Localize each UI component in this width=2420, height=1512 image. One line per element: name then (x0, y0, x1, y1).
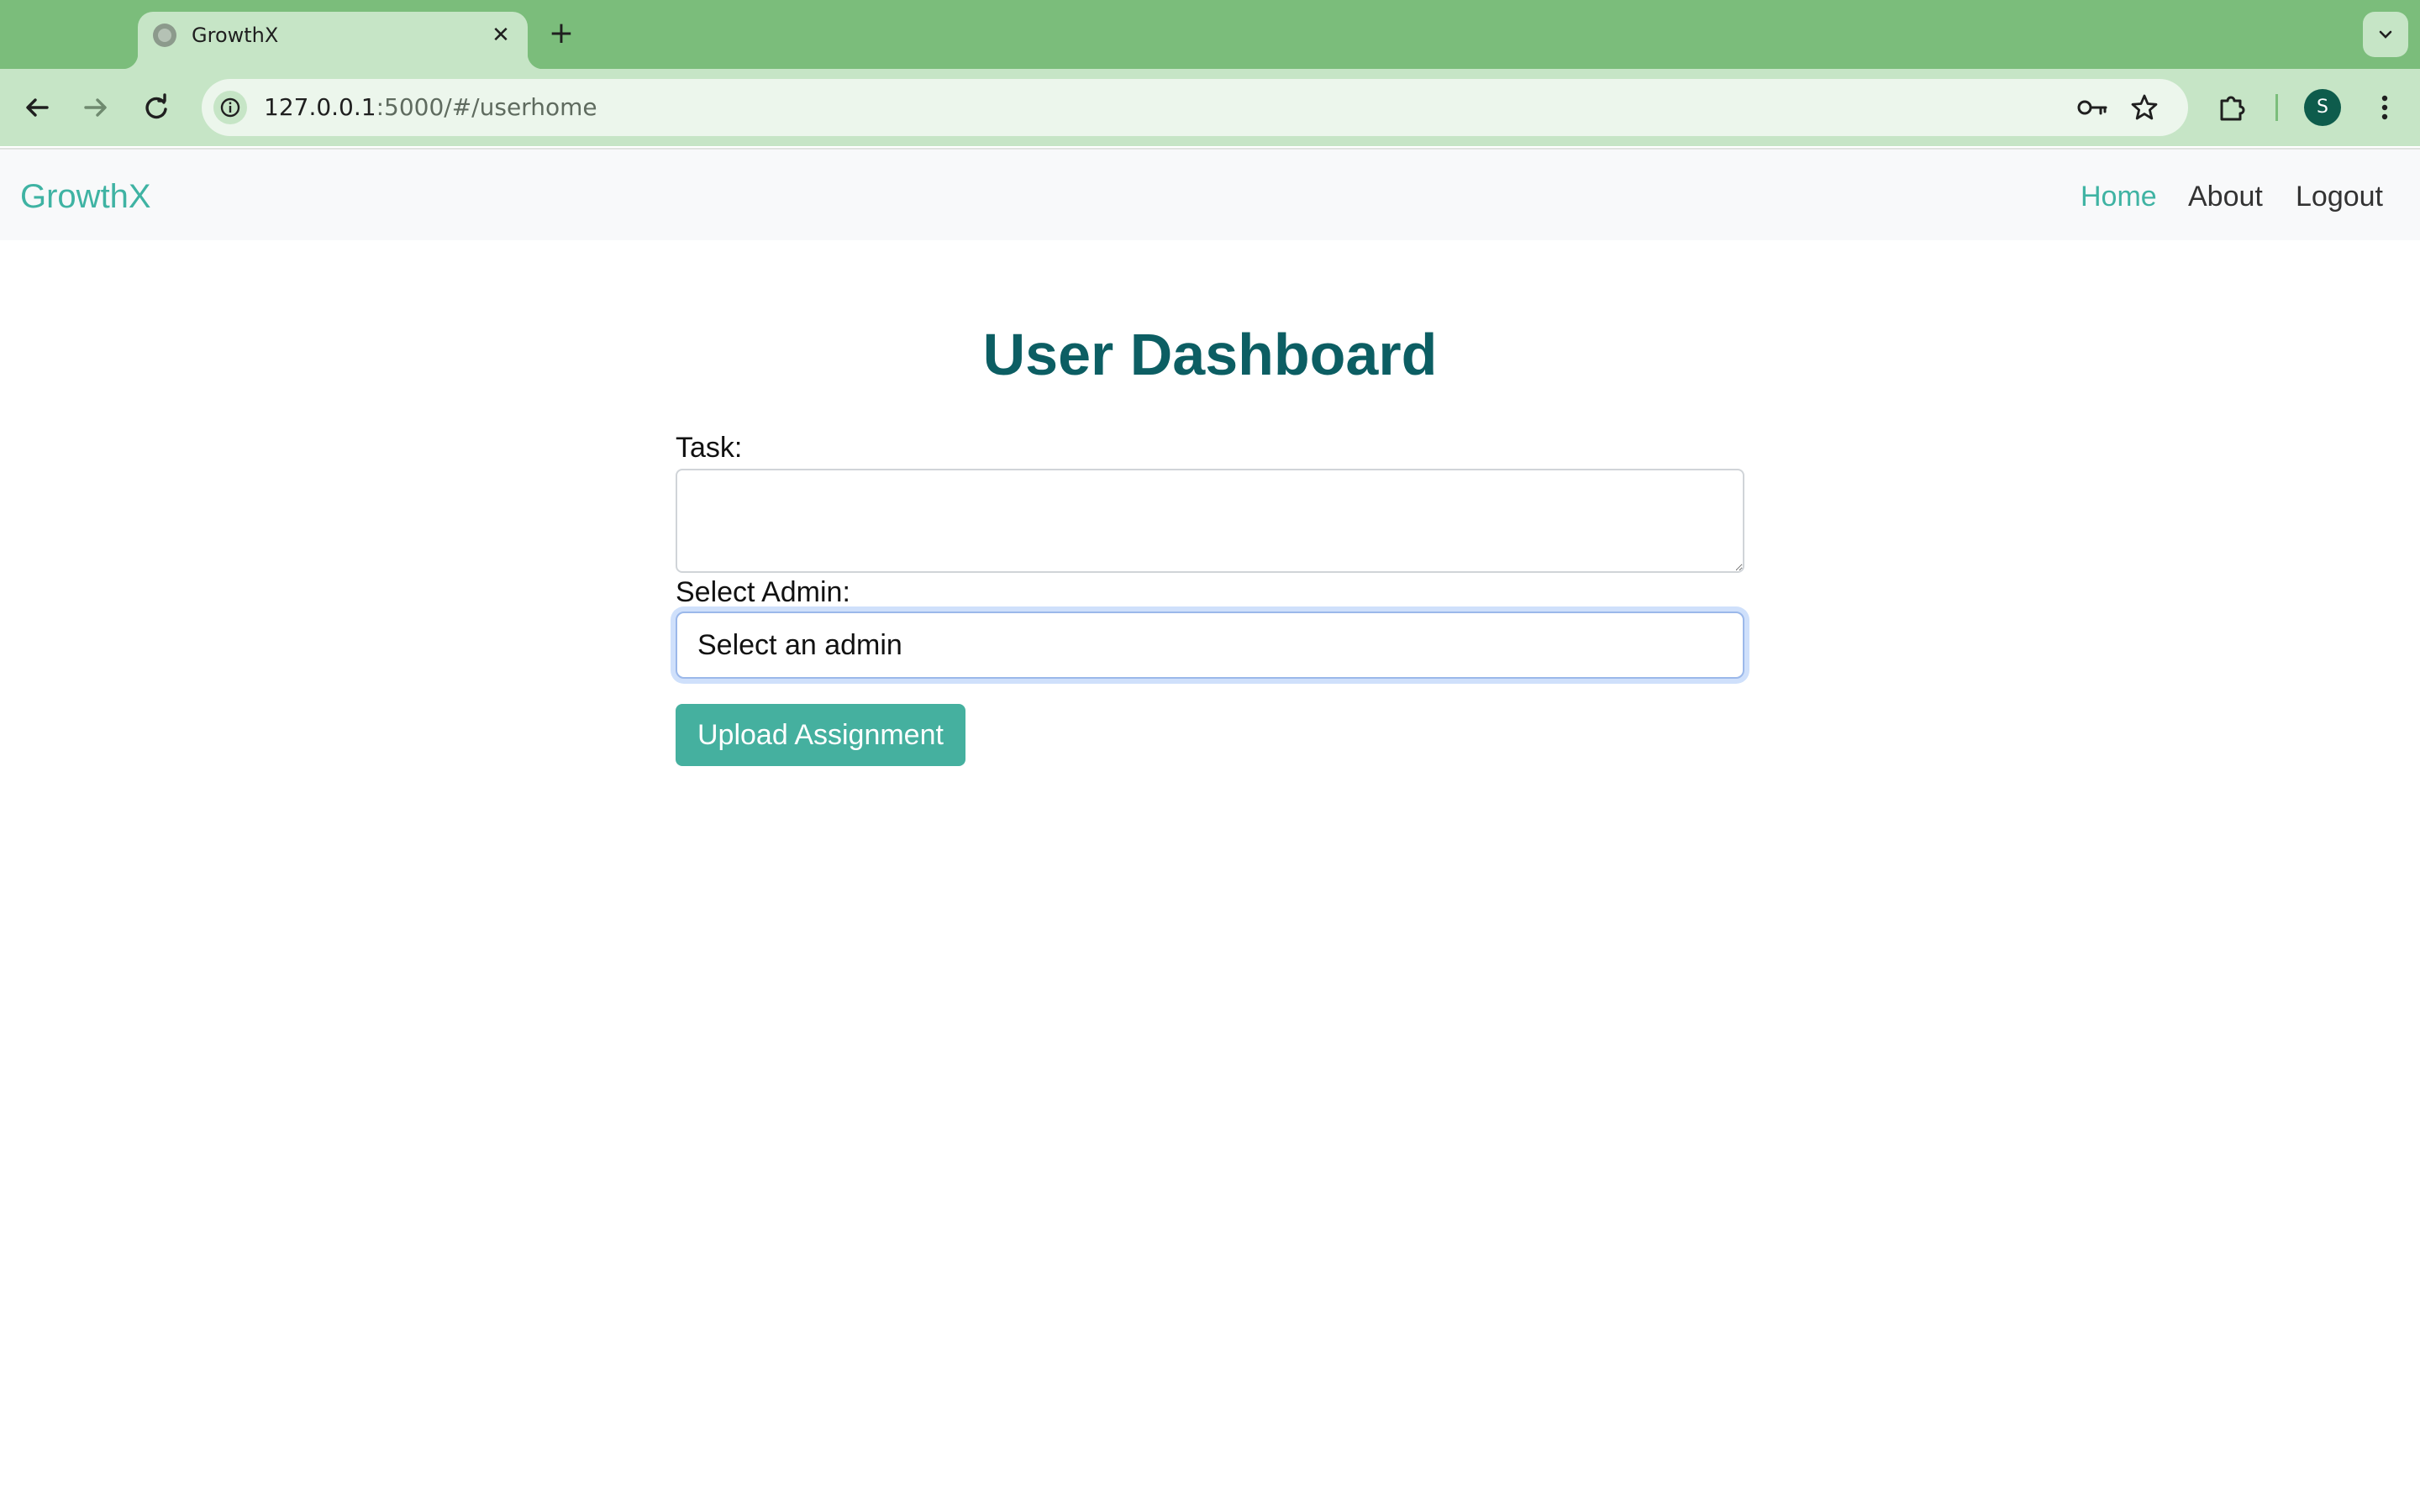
extensions-puzzle-icon[interactable] (2215, 91, 2249, 124)
forward-arrow-icon (84, 98, 107, 117)
bookmark-star-icon[interactable] (2129, 92, 2160, 123)
task-label: Task: (676, 432, 743, 464)
brand-logo-link[interactable]: GrowthX (20, 175, 151, 218)
browser-menu-icon[interactable] (2368, 91, 2402, 124)
app-navbar: GrowthX Home About Logout (0, 148, 2420, 240)
tab-search-button[interactable] (2363, 12, 2408, 57)
reload-icon (145, 93, 167, 119)
close-tab-icon[interactable]: ✕ (486, 20, 516, 50)
globe-icon (153, 24, 176, 47)
site-info-icon[interactable] (213, 91, 247, 124)
browser-tab[interactable]: GrowthX ✕ (123, 12, 543, 69)
admin-select[interactable]: Select an admin (676, 612, 1744, 679)
address-bar[interactable]: 127.0.0.1:5000/#/userhome (202, 79, 2188, 136)
profile-avatar[interactable]: S (2304, 89, 2341, 126)
reload-button[interactable] (138, 89, 175, 126)
nav-link-logout[interactable]: Logout (2296, 176, 2383, 217)
nav-link-about[interactable]: About (2188, 176, 2263, 217)
back-button[interactable] (18, 89, 55, 126)
forward-button[interactable] (77, 89, 114, 126)
task-textarea[interactable] (676, 469, 1744, 573)
url-host: 127.0.0.1 (264, 93, 376, 121)
chevron-down-icon (2379, 30, 2392, 39)
toolbar-divider (2275, 94, 2278, 121)
page-title: User Dashboard (982, 322, 1438, 387)
nav-link-home[interactable]: Home (2081, 176, 2157, 217)
browser-tabstrip: GrowthX ✕ + (0, 0, 2420, 69)
browser-toolbar: 127.0.0.1:5000/#/userhome S (0, 69, 2420, 146)
url-path: :5000/#/userhome (376, 93, 597, 121)
back-arrow-icon (26, 98, 49, 117)
upload-assignment-button[interactable]: Upload Assignment (676, 704, 965, 766)
url-text: 127.0.0.1:5000/#/userhome (264, 92, 597, 123)
select-admin-label: Select Admin: (676, 576, 850, 608)
password-key-icon[interactable] (2075, 92, 2107, 123)
new-tab-button[interactable]: + (544, 17, 578, 50)
tab-title: GrowthX (192, 24, 279, 47)
admin-select-value: Select an admin (697, 629, 902, 661)
